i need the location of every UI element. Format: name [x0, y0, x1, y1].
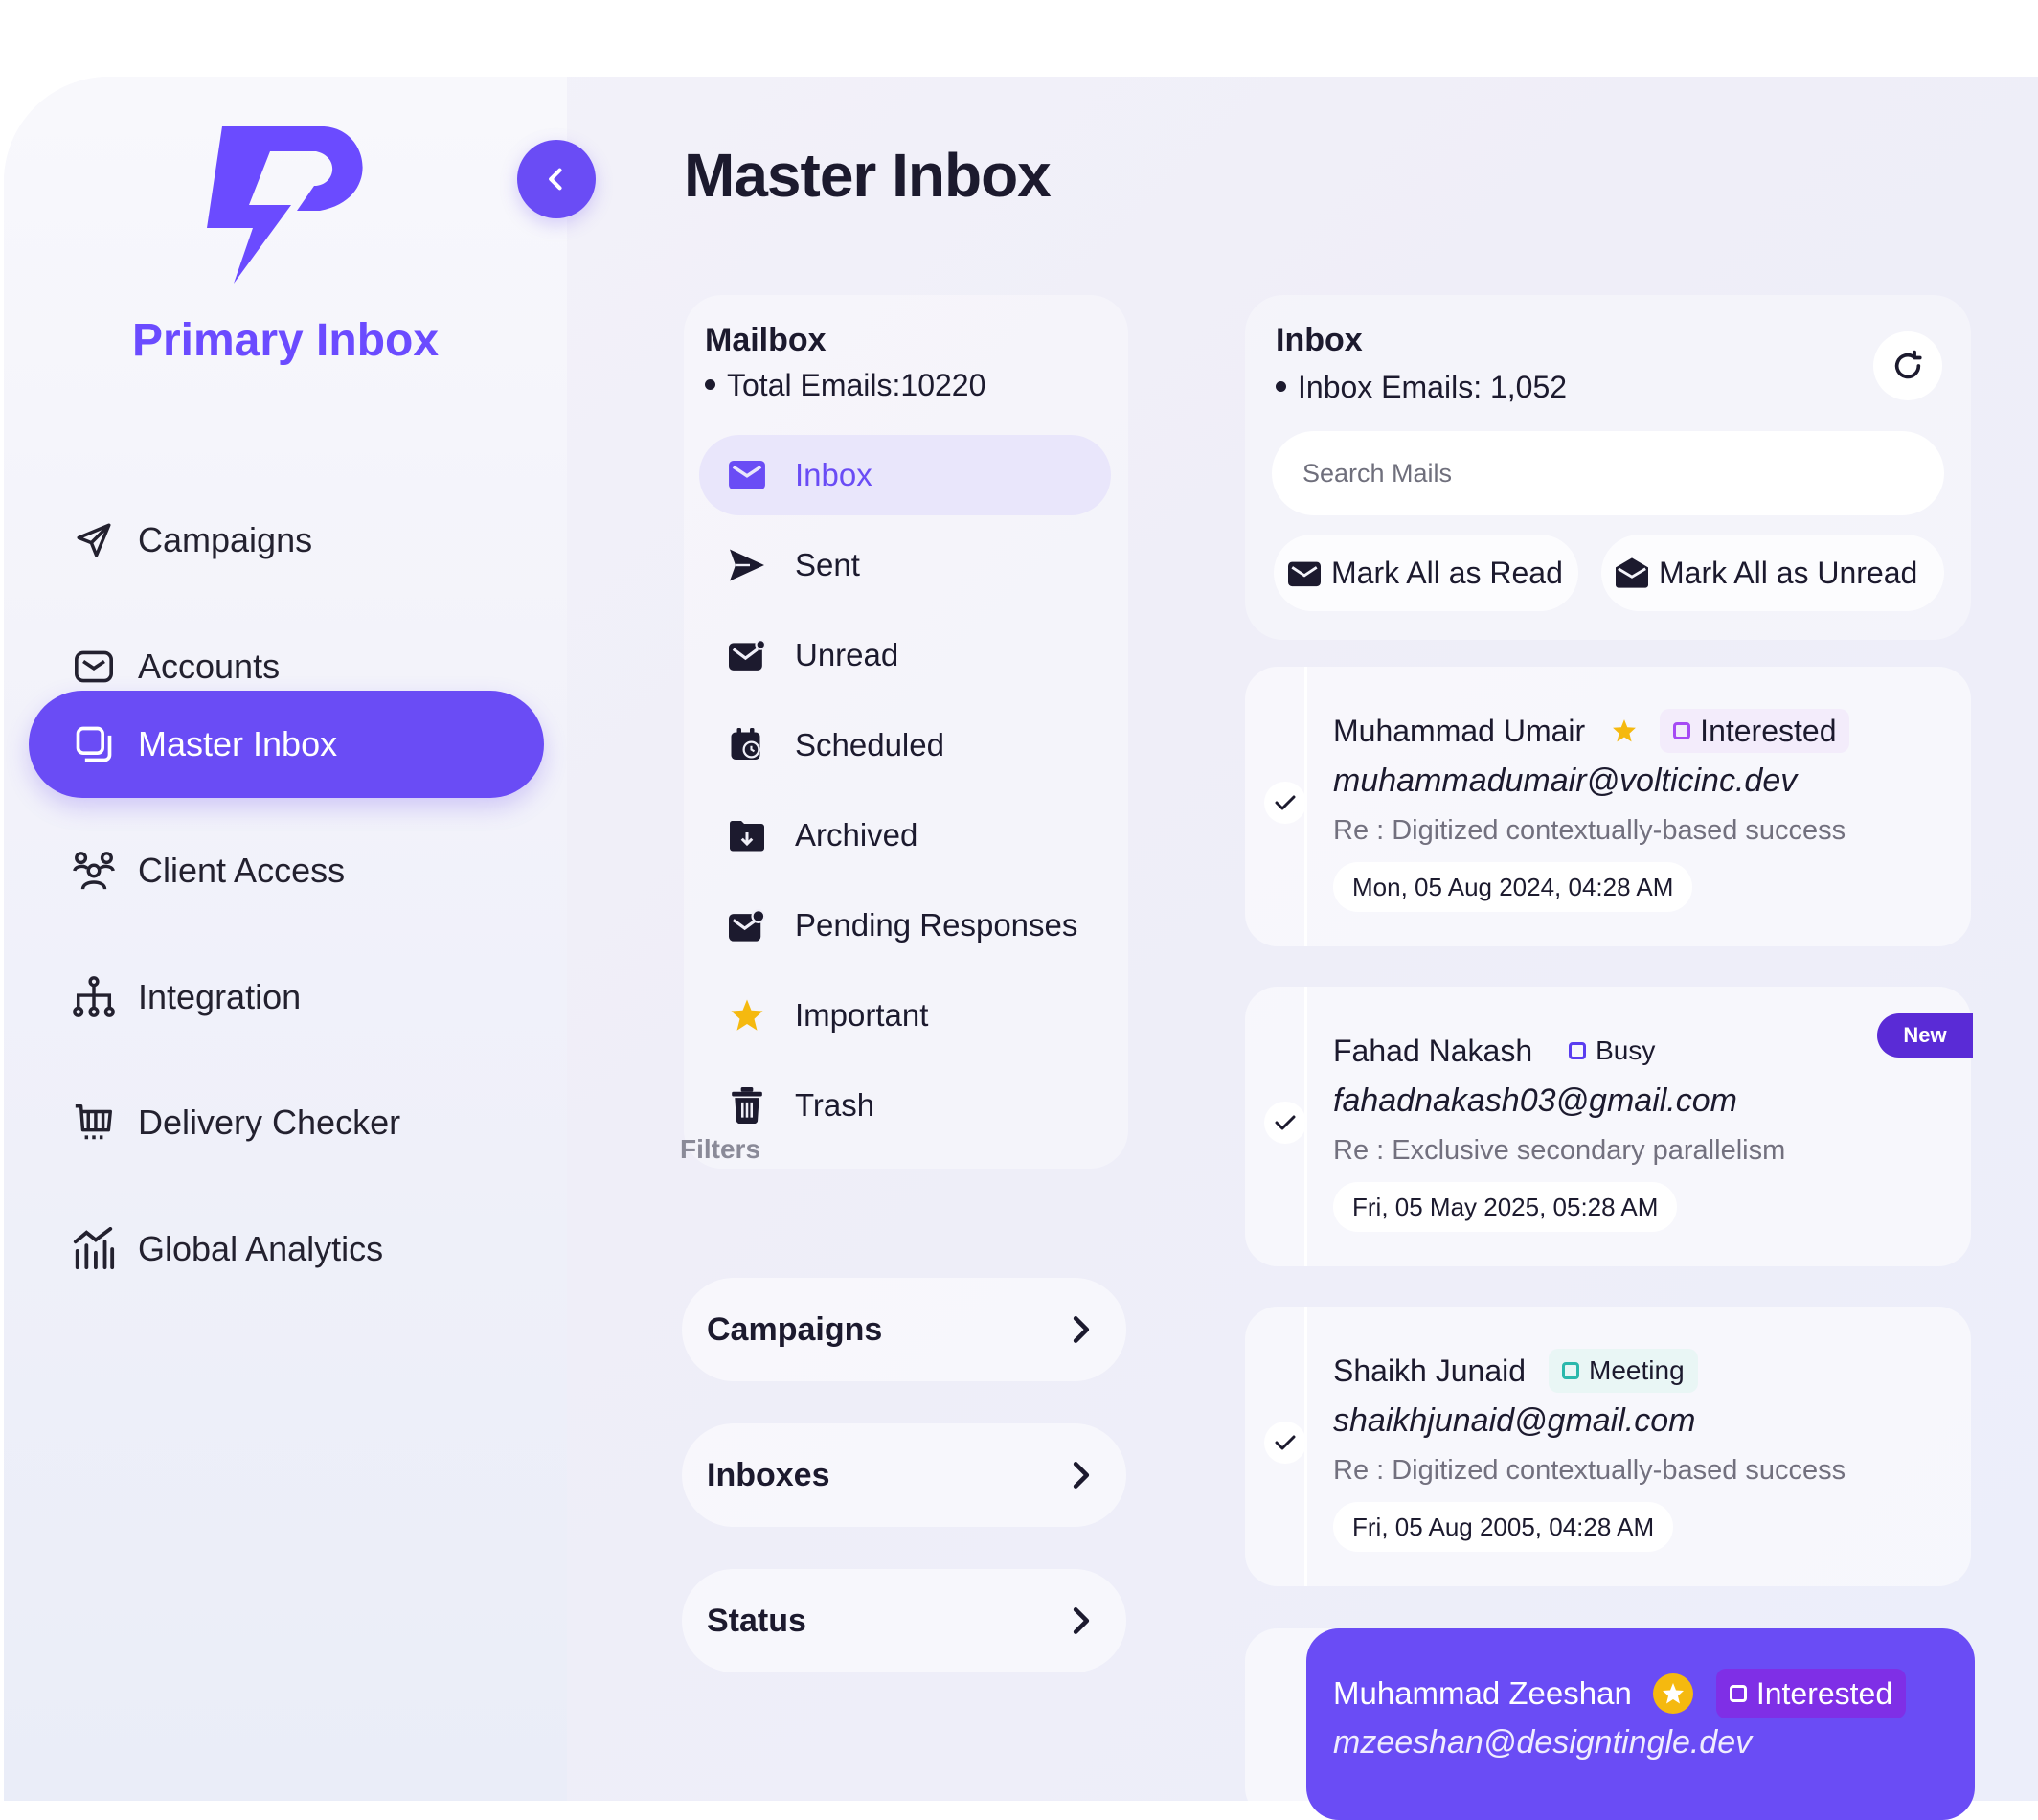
sidebar-item-label: Campaigns: [138, 520, 313, 559]
send-icon: [71, 517, 117, 563]
paper-plane-icon: [728, 546, 766, 584]
card-divider: [1304, 667, 1307, 946]
filters-label: Filters: [680, 1134, 761, 1164]
chevron-right-icon: [1071, 1460, 1092, 1490]
mail-reply-icon: [728, 906, 766, 944]
card-divider: [1304, 987, 1307, 1266]
tag-square-icon: [1673, 722, 1691, 739]
sender-name: Fahad Nakash Busy: [1333, 1029, 1668, 1073]
folder-trash[interactable]: Trash: [699, 1065, 1111, 1146]
sidebar: Primary Inbox Campaigns Accounts Master …: [4, 77, 567, 1801]
folder-sent[interactable]: Sent: [699, 525, 1111, 605]
inbox-title: Inbox: [1276, 322, 1363, 358]
filter-inboxes[interactable]: Inboxes: [682, 1423, 1126, 1527]
sender-name: Shaikh Junaid Meeting: [1333, 1349, 1698, 1393]
email-card[interactable]: Shaikh Junaid Meeting shaikhjunaid@gmail…: [1245, 1307, 1971, 1586]
sidebar-item-client-access[interactable]: Client Access: [29, 817, 544, 924]
tag-square-icon: [1569, 1042, 1587, 1059]
email-card[interactable]: Muhammad Umair Interested muhammadumair@…: [1245, 667, 1971, 946]
filter-campaigns[interactable]: Campaigns: [682, 1278, 1126, 1381]
sidebar-item-campaigns[interactable]: Campaigns: [29, 487, 544, 594]
email-card[interactable]: Fahad Nakash Busy fahadnakash03@gmail.co…: [1245, 987, 1971, 1266]
trash-icon: [728, 1086, 766, 1125]
chevron-left-icon: [549, 168, 562, 191]
brand-name: Primary Inbox: [131, 315, 440, 366]
search-input[interactable]: [1272, 431, 1944, 515]
collapse-sidebar-button[interactable]: [517, 140, 596, 218]
sidebar-item-integration[interactable]: Integration: [29, 944, 544, 1051]
calendar-clock-icon: [728, 726, 766, 764]
chevron-right-icon: [1071, 1605, 1092, 1636]
new-badge: New: [1877, 1013, 1973, 1058]
archive-icon: [728, 816, 766, 854]
sidebar-item-label: Client Access: [138, 851, 346, 890]
refresh-button[interactable]: [1873, 331, 1942, 400]
tag-square-icon: [1729, 1685, 1747, 1702]
email-date: Fri, 05 Aug 2005, 04:28 AM: [1333, 1502, 1674, 1552]
star-icon: [728, 996, 766, 1035]
folder-inbox[interactable]: Inbox: [699, 435, 1111, 515]
bar-chart-icon: [71, 1226, 117, 1272]
filter-status[interactable]: Status: [682, 1569, 1126, 1672]
email-subject: Re : Digitized contextually-based succes…: [1333, 815, 1846, 846]
envelope-icon: [728, 456, 766, 494]
sidebar-item-label: Accounts: [138, 647, 281, 686]
sender-email: shaikhjunaid@gmail.com: [1333, 1402, 1696, 1439]
status-tag: Interested: [1715, 1669, 1907, 1718]
mail-closed-icon: [1615, 556, 1649, 590]
cart-icon: [71, 1100, 117, 1146]
sidebar-item-label: Global Analytics: [138, 1229, 384, 1268]
check-icon[interactable]: [1264, 1422, 1306, 1464]
users-icon: [71, 848, 117, 894]
sidebar-item-global-analytics[interactable]: Global Analytics: [29, 1195, 544, 1303]
mark-all-read-button[interactable]: Mark All as Read: [1274, 535, 1578, 611]
email-card-selected[interactable]: Muhammad Zeeshan Interested mzeeshan@des…: [1306, 1628, 1975, 1820]
mailbox-title: Mailbox: [705, 322, 827, 358]
tag-square-icon: [1562, 1362, 1580, 1379]
page-title: Master Inbox: [684, 141, 1052, 210]
email-date: Fri, 05 May 2025, 05:28 AM: [1333, 1182, 1678, 1232]
mail-unread-icon: [728, 636, 766, 674]
sender-name: Muhammad Zeeshan Interested: [1333, 1669, 1907, 1718]
sidebar-item-label: Delivery Checker: [138, 1103, 401, 1142]
sidebar-item-master-inbox[interactable]: Master Inbox: [29, 691, 544, 798]
email-date: Mon, 05 Aug 2024, 04:28 AM: [1333, 862, 1693, 912]
mail-icon: [71, 644, 117, 690]
status-tag: Interested: [1660, 709, 1850, 753]
sender-email: muhammadumair@volticinc.dev: [1333, 762, 1798, 799]
email-subject: Re : Digitized contextually-based succes…: [1333, 1455, 1846, 1486]
sidebar-item-label: Master Inbox: [138, 724, 338, 763]
folder-important[interactable]: Important: [699, 975, 1111, 1056]
refresh-icon: [1894, 350, 1922, 379]
folder-scheduled[interactable]: Scheduled: [699, 705, 1111, 785]
status-tag: Busy: [1555, 1029, 1668, 1073]
sender-name: Muhammad Umair Interested: [1333, 709, 1850, 753]
folder-unread[interactable]: Unread: [699, 615, 1111, 695]
email-subject: Re : Exclusive secondary parallelism: [1333, 1135, 1786, 1166]
star-icon: [1652, 1673, 1693, 1714]
status-tag: Meeting: [1549, 1349, 1698, 1393]
mailbox-total: Total Emails:10220: [705, 368, 985, 403]
sidebar-item-label: Integration: [138, 977, 302, 1016]
brand-logo: [207, 126, 363, 284]
check-icon[interactable]: [1264, 782, 1306, 824]
hierarchy-icon: [71, 974, 117, 1020]
card-divider: [1304, 1307, 1307, 1586]
folder-pending-responses[interactable]: Pending Responses: [699, 885, 1111, 966]
chevron-right-icon: [1071, 1314, 1092, 1345]
star-icon: [1612, 718, 1637, 743]
mark-all-unread-button[interactable]: Mark All as Unread: [1601, 535, 1944, 611]
inbox-copy-icon: [71, 721, 117, 767]
sidebar-item-delivery-checker[interactable]: Delivery Checker: [29, 1069, 544, 1176]
mail-open-icon: [1287, 556, 1322, 590]
folder-archived[interactable]: Archived: [699, 795, 1111, 876]
check-icon[interactable]: [1264, 1102, 1306, 1144]
inbox-count: Inbox Emails: 1,052: [1276, 370, 1567, 405]
sender-email: fahadnakash03@gmail.com: [1333, 1082, 1737, 1119]
